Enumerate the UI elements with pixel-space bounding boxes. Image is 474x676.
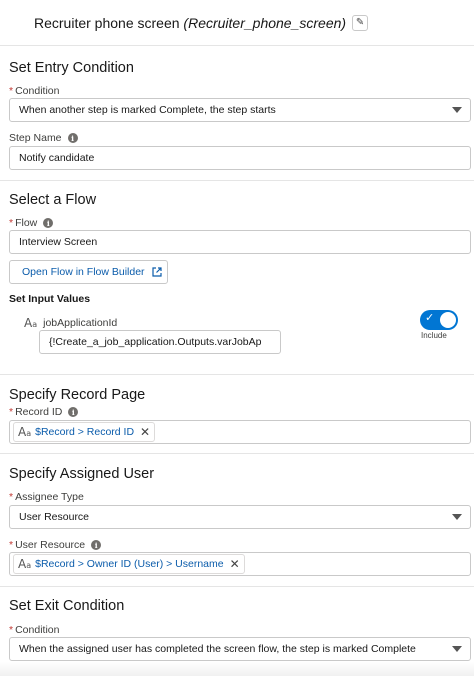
open-flow-label: Open Flow in Flow Builder xyxy=(22,266,145,278)
text-type-icon: Aa xyxy=(24,316,38,330)
divider xyxy=(0,374,474,375)
check-icon: ✓ xyxy=(425,312,435,324)
info-icon: i xyxy=(43,218,54,228)
condition-label: * Condition xyxy=(9,85,60,97)
record-id-value: $Record > Record ID xyxy=(35,426,135,438)
close-icon[interactable]: ✕ xyxy=(140,425,150,439)
pencil-icon[interactable]: ✎ xyxy=(352,14,369,31)
record-id-label: * Record ID i xyxy=(9,406,79,418)
assignee-type-select[interactable]: User Resource xyxy=(9,505,471,529)
flow-value: Interview Screen xyxy=(19,236,98,248)
input-name: jobApplicationId xyxy=(43,317,118,329)
input-value-field[interactable]: {!Create_a_job_application.Outputs.varJo… xyxy=(39,330,281,354)
input-variable-label: Aa jobApplicationId xyxy=(24,316,117,330)
divider xyxy=(0,453,474,454)
text-type-icon: Aa xyxy=(18,425,32,439)
user-resource-label: * User Resource i xyxy=(9,539,102,551)
chevron-down-icon xyxy=(452,107,462,113)
record-id-pill: Aa $Record > Record ID ✕ xyxy=(13,422,156,442)
divider xyxy=(0,586,474,587)
flow-heading: Select a Flow xyxy=(9,192,97,208)
exit-condition-select[interactable]: When the assigned user has completed the… xyxy=(9,637,471,661)
step-name-label: Step Name i xyxy=(9,132,78,144)
include-label: Include xyxy=(421,331,447,340)
step-title: Recruiter phone screen (Recruiter_phone_… xyxy=(34,14,347,31)
input-value: {!Create_a_job_application.Outputs.varJo… xyxy=(49,336,262,348)
info-icon: i xyxy=(91,540,102,550)
exit-condition-value: When the assigned user has completed the… xyxy=(19,643,416,655)
assignee-type-value: User Resource xyxy=(19,511,90,523)
exit-condition-label: * Condition xyxy=(9,624,60,636)
entry-condition-heading: Set Entry Condition xyxy=(9,60,134,76)
entry-condition-select[interactable]: When another step is marked Complete, th… xyxy=(9,98,471,122)
entry-condition-value: When another step is marked Complete, th… xyxy=(19,104,276,116)
close-icon[interactable]: ✕ xyxy=(230,557,240,571)
record-page-heading: Specify Record Page xyxy=(9,387,146,403)
flow-input[interactable]: Interview Screen xyxy=(9,230,471,254)
info-icon: i xyxy=(67,133,78,143)
open-flow-button[interactable]: Open Flow in Flow Builder xyxy=(9,260,168,284)
step-name-value: Notify candidate xyxy=(19,152,95,164)
exit-condition-heading: Set Exit Condition xyxy=(9,598,125,614)
chevron-down-icon xyxy=(452,646,462,652)
user-resource-field[interactable]: Aa $Record > Owner ID (User) > Username … xyxy=(9,552,471,576)
user-resource-pill: Aa $Record > Owner ID (User) > Username … xyxy=(13,554,245,574)
panel-header: Recruiter phone screen (Recruiter_phone_… xyxy=(0,0,474,46)
text-type-icon: Aa xyxy=(18,557,32,571)
step-name-input[interactable]: Notify candidate xyxy=(9,146,471,170)
external-link-icon xyxy=(151,267,162,277)
assigned-user-heading: Specify Assigned User xyxy=(9,466,155,482)
include-toggle[interactable]: ✓ xyxy=(420,310,458,330)
record-id-field[interactable]: Aa $Record > Record ID ✕ xyxy=(9,420,471,444)
input-values-heading: Set Input Values xyxy=(9,293,91,305)
info-icon: i xyxy=(68,407,79,417)
chevron-down-icon xyxy=(452,514,462,520)
flow-label: * Flow i xyxy=(9,217,54,229)
scroll-fade xyxy=(0,662,474,676)
toggle-knob xyxy=(440,312,456,328)
divider xyxy=(0,180,474,181)
assignee-type-label: * Assignee Type xyxy=(9,491,84,503)
user-resource-value: $Record > Owner ID (User) > Username xyxy=(35,558,224,570)
